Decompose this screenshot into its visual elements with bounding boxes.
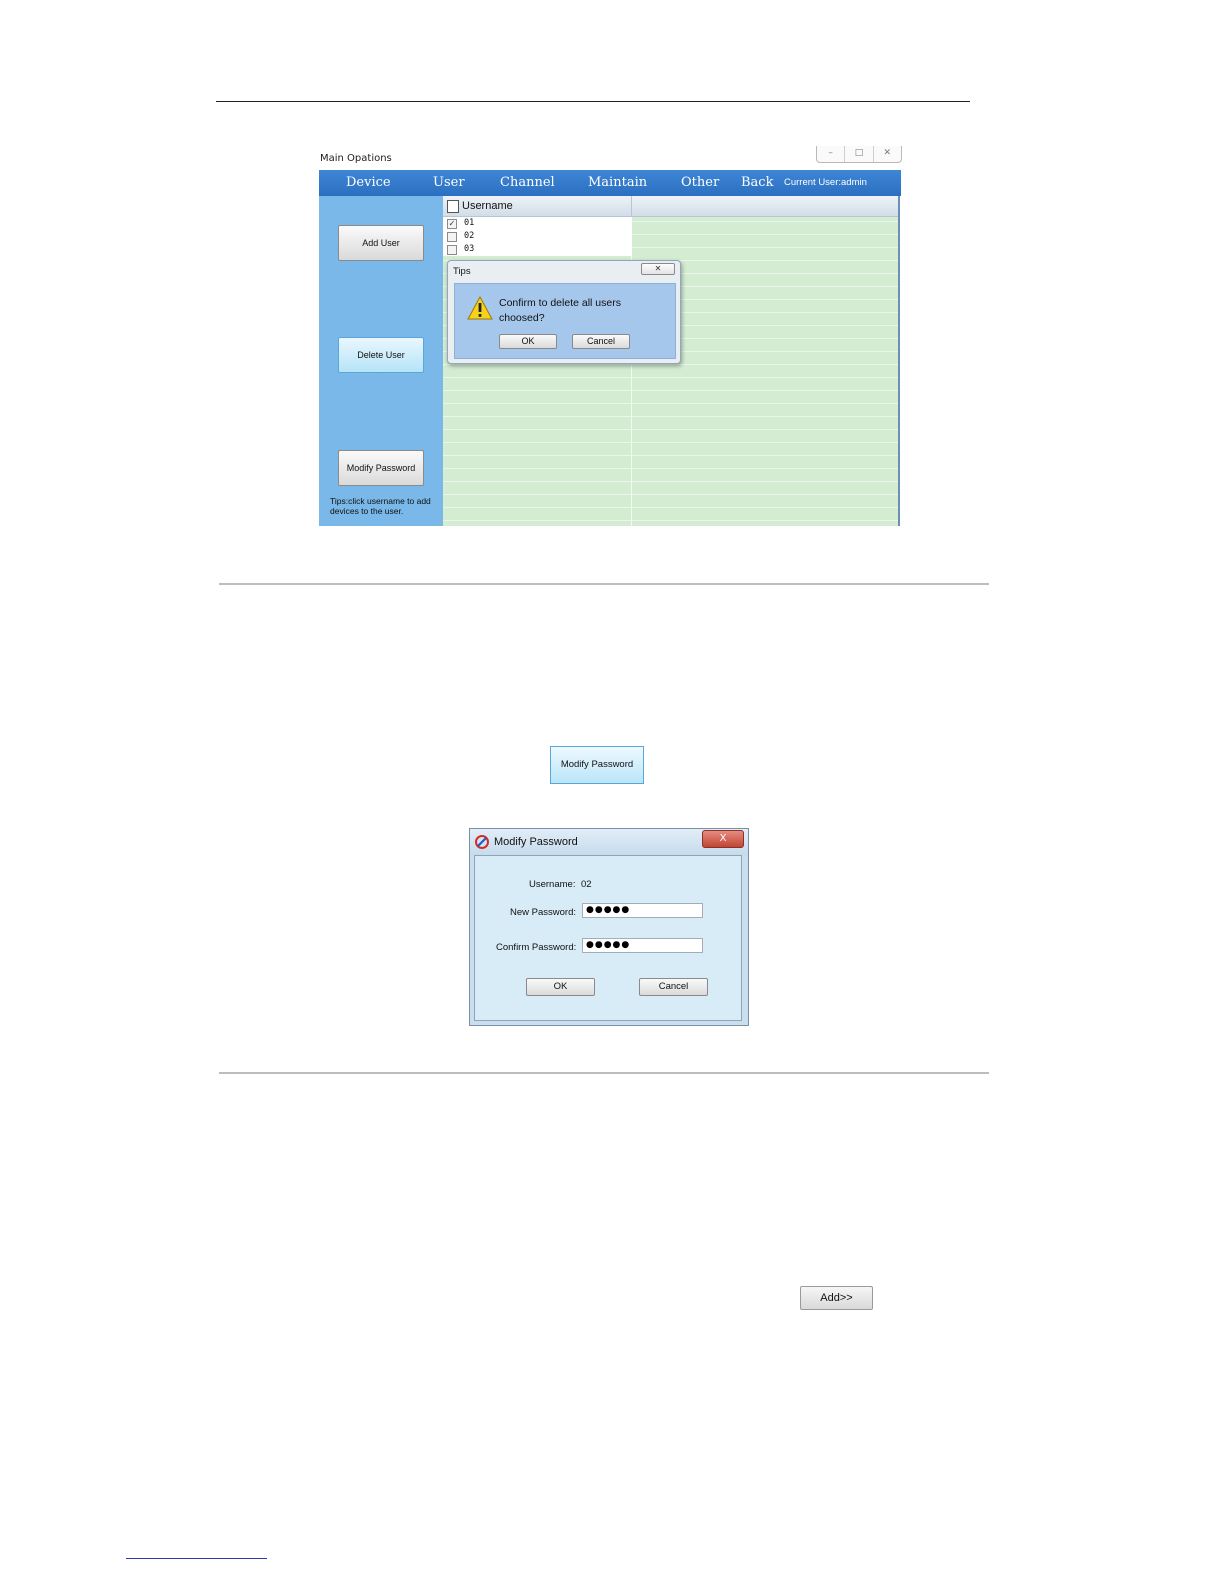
modify-password-dialog: Modify Password X Username: 02 New Passw… — [469, 828, 749, 1026]
dialog-body: Username: 02 New Password: ●●●●● Confirm… — [474, 855, 742, 1021]
row-checkbox[interactable] — [447, 232, 457, 242]
modify-password-button-example[interactable]: Modify Password — [550, 746, 644, 784]
row-username: 02 — [464, 231, 475, 241]
delete-user-button[interactable]: Delete User — [338, 337, 424, 373]
menu-device[interactable]: Device — [346, 175, 391, 190]
select-all-checkbox[interactable] — [447, 200, 459, 213]
username-value: 02 — [581, 879, 592, 890]
close-icon[interactable]: ✕ — [874, 146, 901, 162]
section-divider-2 — [219, 1072, 989, 1074]
warning-icon — [467, 296, 493, 320]
footnote-rule — [126, 1558, 267, 1559]
tip-note: Tips:click username to add devices to th… — [330, 496, 431, 516]
confirm-password-field[interactable]: ●●●●● — [582, 938, 703, 953]
section-divider-1 — [219, 583, 989, 585]
main-options-window: Main Opations – □ ✕ Device User Channel … — [318, 146, 902, 528]
menu-user[interactable]: User — [433, 175, 465, 190]
ok-button[interactable]: OK — [526, 978, 595, 996]
maximize-icon[interactable]: □ — [845, 146, 874, 162]
confirm-password-label: Confirm Password: — [496, 942, 577, 953]
tips-dialog-title: Tips — [453, 266, 471, 277]
left-panel: Add User Delete User Modify Password Tip… — [319, 196, 443, 526]
table-row[interactable]: 03 — [443, 243, 632, 256]
cancel-button[interactable]: Cancel — [572, 334, 630, 349]
app-logo-icon — [475, 835, 489, 849]
username-label: Username: — [529, 879, 576, 890]
current-user-label: Current User:admin — [784, 177, 867, 188]
row-username: 01 — [464, 218, 475, 228]
menu-back[interactable]: Back — [741, 175, 773, 190]
row-checkbox[interactable] — [447, 245, 457, 255]
header-rule — [216, 101, 970, 102]
new-password-field[interactable]: ●●●●● — [582, 903, 703, 918]
new-password-label: New Password: — [510, 907, 576, 918]
add-user-button[interactable]: Add User — [338, 225, 424, 261]
tips-dialog: Tips ✕ Confirm to delete all users choos… — [447, 260, 681, 364]
window-title: Main Opations — [320, 153, 392, 164]
cancel-button[interactable]: Cancel — [639, 978, 708, 996]
table-right-border — [898, 196, 900, 526]
add-button[interactable]: Add>> — [800, 1286, 873, 1310]
menu-other[interactable]: Other — [681, 175, 719, 190]
ok-button[interactable]: OK — [499, 334, 557, 349]
dialog-title: Modify Password — [494, 836, 578, 848]
close-icon[interactable]: ✕ — [641, 263, 675, 275]
modify-password-button[interactable]: Modify Password — [338, 450, 424, 486]
close-icon[interactable]: X — [702, 830, 744, 848]
table-row[interactable]: ✓ 01 — [443, 217, 632, 230]
menu-maintain[interactable]: Maintain — [588, 175, 647, 190]
minimize-icon[interactable]: – — [817, 146, 846, 162]
table-row[interactable]: 02 — [443, 230, 632, 243]
row-checkbox-checked[interactable]: ✓ — [447, 219, 457, 229]
username-column-header: Username — [462, 200, 513, 212]
tips-dialog-body: Confirm to delete all users choosed? OK … — [454, 283, 676, 359]
row-username: 03 — [464, 244, 475, 254]
table-header: Username — [443, 196, 898, 217]
window-controls: – □ ✕ — [816, 146, 902, 163]
menu-bar: Device User Channel Maintain Other Back … — [319, 170, 901, 196]
confirm-delete-message: Confirm to delete all users choosed? — [499, 297, 621, 324]
dialog-title-bar: Modify Password X — [470, 829, 748, 855]
header-separator — [631, 196, 632, 216]
menu-channel[interactable]: Channel — [500, 175, 555, 190]
